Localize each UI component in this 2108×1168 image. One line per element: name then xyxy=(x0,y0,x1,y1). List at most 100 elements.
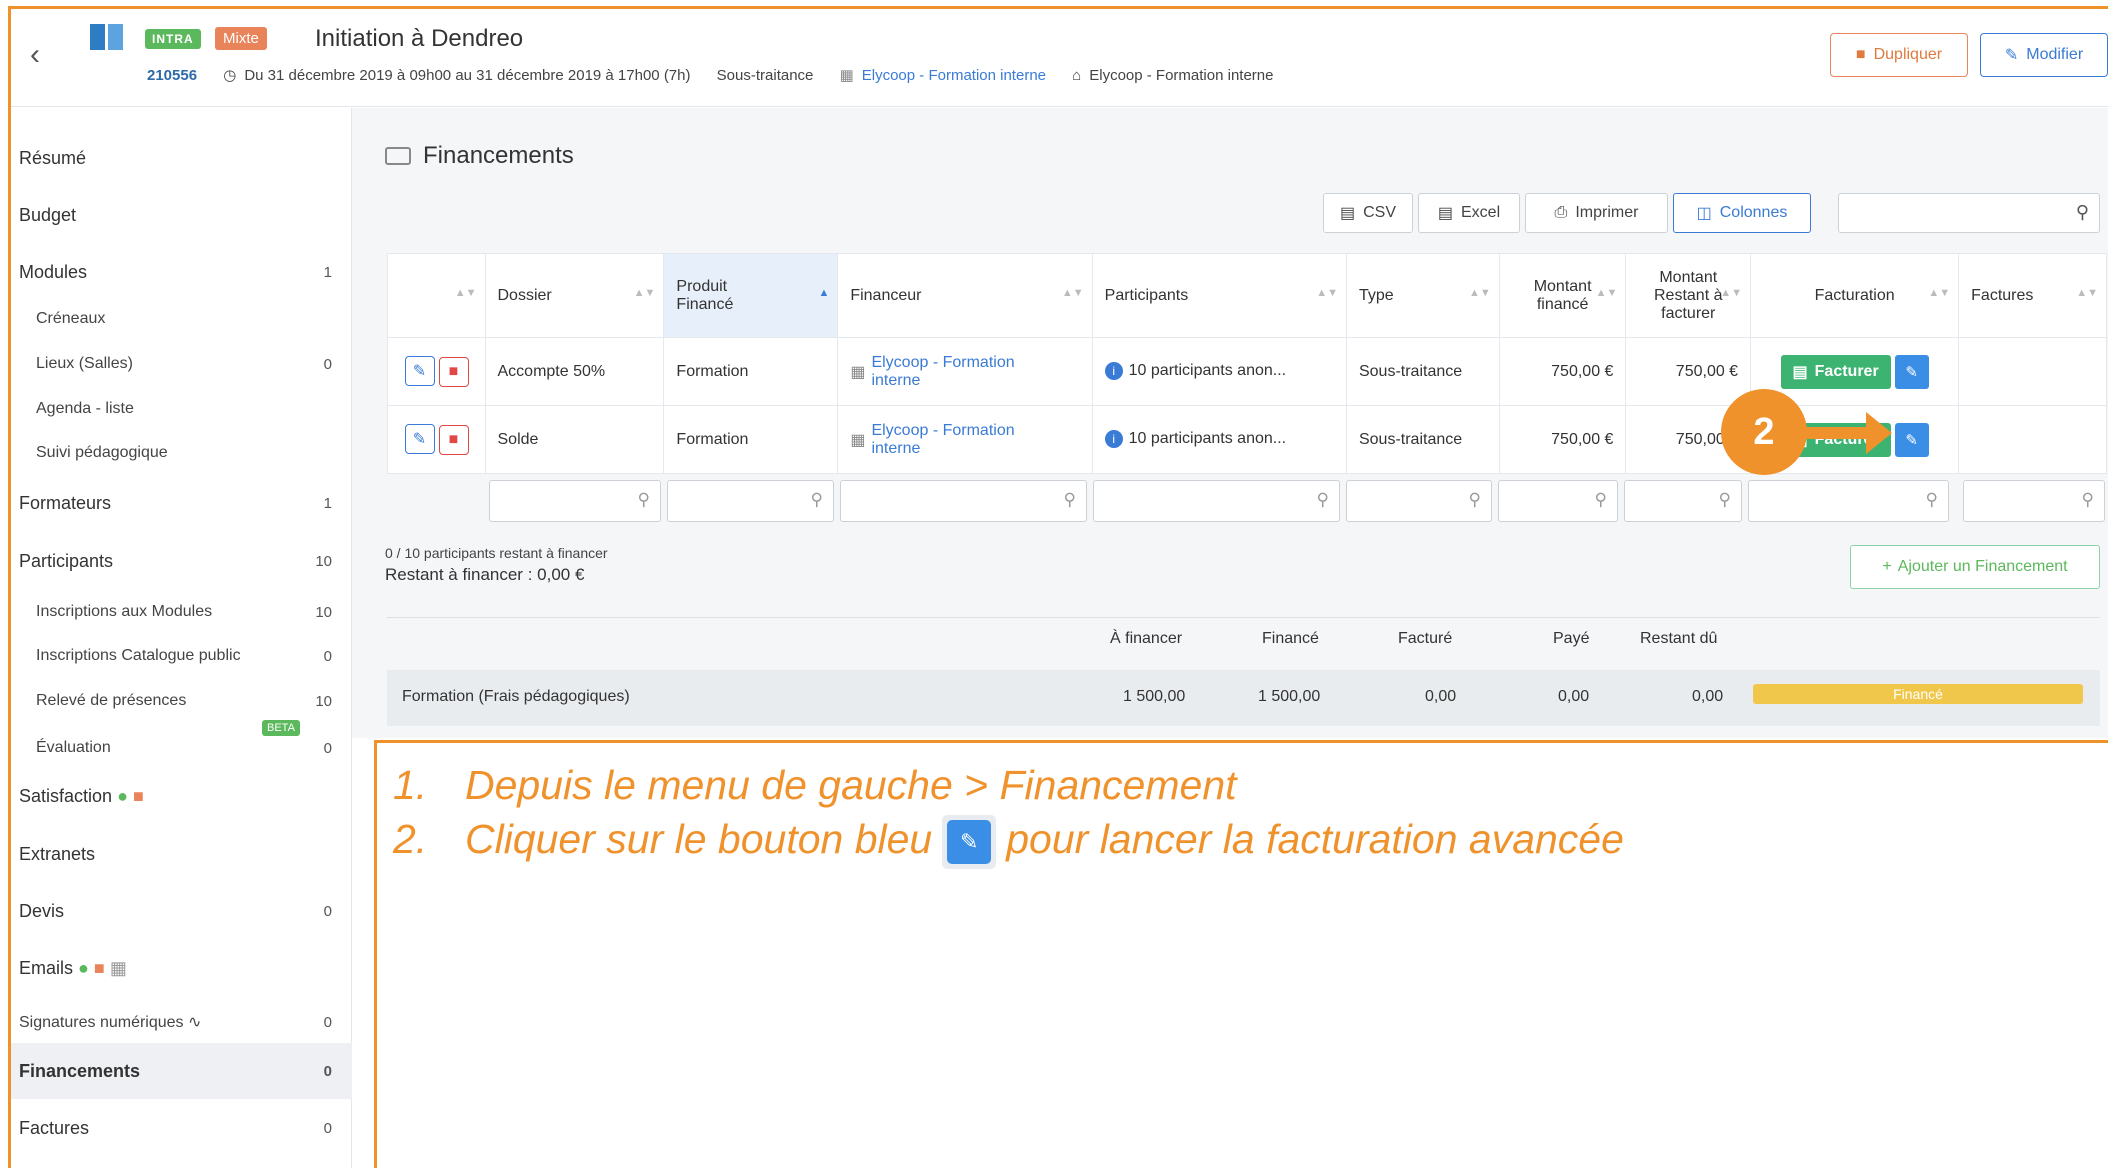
sidebar-item-budget[interactable]: Budget xyxy=(11,195,352,235)
info-icon[interactable]: i xyxy=(1104,430,1123,449)
table-row: ✎ ■ Accompte 50% Formation ▦ Elycoop - For… xyxy=(387,337,2107,406)
col-produit-header[interactable]: Produit Financé ▲ xyxy=(663,253,839,338)
sidebar-item-label: Devis xyxy=(19,900,65,921)
filter-produit-input[interactable]: ⚲ xyxy=(667,480,834,522)
col-dossier-header[interactable]: Dossier ▲▼ xyxy=(484,253,665,338)
sidebar-item-count: 10 xyxy=(315,692,332,710)
col-restant-header[interactable]: Montant Restant à facturer ▲▼ xyxy=(1625,253,1752,338)
table-header-row: ▲▼ Dossier ▲▼ Produit Financé ▲ Financeur ▲… xyxy=(387,253,2107,338)
col-financeur-header[interactable]: Financeur ▲▼ xyxy=(837,253,1093,338)
sidebar-item-label: Lieux (Salles) xyxy=(36,355,133,372)
sidebar-item-count: 0 xyxy=(323,647,332,665)
sidebar-item-modules[interactable]: Modules 1 xyxy=(11,252,352,292)
intra-badge: INTRA xyxy=(145,29,201,49)
back-chevron-icon[interactable]: ‹ xyxy=(30,38,40,72)
col-type-header[interactable]: Type ▲▼ xyxy=(1345,253,1500,338)
excel-button[interactable]: ▤ Excel xyxy=(1418,193,1520,233)
filter-dossier-input[interactable]: ⚲ xyxy=(489,480,661,522)
col-participants-header[interactable]: Participants ▲▼ xyxy=(1091,253,1347,338)
sidebar-item-count: 1 xyxy=(323,494,332,512)
location-text: Elycoop - Formation interne xyxy=(1089,67,1274,84)
sidebar-item-inscriptions-modules[interactable]: Inscriptions aux Modules 10 xyxy=(11,593,352,631)
sidebar-item-creneaux[interactable]: Créneaux xyxy=(11,300,352,338)
copy-icon: ■ xyxy=(1855,46,1866,63)
delete-row-button[interactable]: ■ xyxy=(438,357,469,387)
sidebar-item-factures[interactable]: Factures 0 xyxy=(11,1108,352,1148)
col-montant-header[interactable]: Montant financé ▲▼ xyxy=(1498,253,1627,338)
sidebar-item-extranets[interactable]: Extranets xyxy=(11,834,352,874)
step-number: 2. xyxy=(393,815,428,862)
csv-button[interactable]: ▤ CSV xyxy=(1323,193,1413,233)
header-label: Participants xyxy=(1104,286,1189,304)
sidebar-item-agenda[interactable]: Agenda - liste xyxy=(11,390,352,428)
sidebar-item-lieux[interactable]: Lieux (Salles) 0 xyxy=(11,345,352,383)
add-financement-button[interactable]: + Ajouter un Financement xyxy=(1850,545,2100,589)
sidebar-item-devis[interactable]: Devis 0 xyxy=(11,891,352,931)
sidebar-item-signatures[interactable]: Signatures numériques ∿ 0 xyxy=(11,1003,352,1041)
table-search-input[interactable]: ⚲ xyxy=(1838,193,2100,233)
sidebar-item-inscriptions-catalogue[interactable]: Inscriptions Catalogue public 0 xyxy=(11,637,352,675)
sidebar-item-releve[interactable]: Relevé de présences 10 xyxy=(11,682,352,720)
col-actions-header: ▲▼ xyxy=(387,253,486,338)
header-label: Dossier xyxy=(497,286,552,304)
sidebar-item-count: 10 xyxy=(315,603,332,621)
financeur-link[interactable]: Elycoop - Formation interne xyxy=(871,422,1041,458)
duplicate-button[interactable]: ■ Dupliquer xyxy=(1830,33,1968,77)
sidebar-item-count: 1 xyxy=(323,263,332,281)
financeur-link[interactable]: Elycoop - Formation interne xyxy=(871,354,1041,390)
edit-row-button[interactable]: ✎ xyxy=(404,356,435,386)
sidebar-item-participants[interactable]: Participants 10 xyxy=(11,541,352,581)
summary-header: Restant dû xyxy=(1640,630,1718,647)
modify-button[interactable]: ✎ Modifier xyxy=(1980,33,2108,77)
delete-row-button[interactable]: ■ xyxy=(438,425,469,455)
cell-type: Sous-traitance xyxy=(1345,405,1500,474)
step-text: Depuis le menu de gauche > Financement xyxy=(465,762,1237,808)
filter-type-input[interactable]: ⚲ xyxy=(1346,480,1492,522)
sidebar-item-suivi[interactable]: Suivi pédagogique xyxy=(11,434,352,472)
col-factures-header[interactable]: Factures ▲▼ xyxy=(1958,253,2107,338)
summary-header: Facturé xyxy=(1398,630,1453,647)
filter-financeur-input[interactable]: ⚲ xyxy=(840,480,1087,522)
sidebar-item-label: Factures xyxy=(19,1117,90,1138)
cell-factures xyxy=(1958,405,2107,474)
edit-row-button[interactable]: ✎ xyxy=(404,424,435,454)
filter-restant-input[interactable]: ⚲ xyxy=(1624,480,1742,522)
sidebar-item-emails[interactable]: Emails ● ■ ▦ xyxy=(11,948,352,988)
participants-text: 10 participants anon... xyxy=(1128,362,1287,380)
sidebar-item-evaluation[interactable]: Évaluation 0 xyxy=(11,729,352,767)
session-id[interactable]: 210556 xyxy=(147,67,197,84)
section-title-text: Financements xyxy=(423,142,574,169)
filter-montant-input[interactable]: ⚲ xyxy=(1498,480,1618,522)
info-icon[interactable]: i xyxy=(1104,362,1123,381)
header-label: Facturation xyxy=(1814,286,1895,304)
columns-button[interactable]: ◫ Colonnes xyxy=(1673,193,1811,233)
building-icon: ▦ xyxy=(850,431,866,449)
modify-label: Modifier xyxy=(2026,46,2084,63)
instruction-step-2: 2. Cliquer sur le bouton bleu ✎ pour lancer… xyxy=(393,815,1624,869)
sidebar-item-label: Signatures numériques xyxy=(19,1014,184,1031)
advanced-billing-button[interactable]: ✎ xyxy=(1894,422,1929,457)
facturer-button[interactable]: ▤ Facturer xyxy=(1780,354,1891,389)
filter-facturation-input[interactable]: ⚲ xyxy=(1748,480,1949,522)
filter-participants-input[interactable]: ⚲ xyxy=(1093,480,1340,522)
document-icon: ▤ xyxy=(1792,363,1808,381)
person-icon: ● xyxy=(117,785,128,806)
print-button[interactable]: ⎙ Imprimer xyxy=(1525,193,1668,233)
trash-icon: ■ xyxy=(448,363,459,380)
sidebar: Résumé Budget Modules 1 Créneaux Lieux (S… xyxy=(11,108,352,1168)
home-icon: ⌂ xyxy=(1072,67,1082,84)
filter-factures-input[interactable]: ⚲ xyxy=(1963,480,2105,522)
col-facturation-header[interactable]: Facturation ▲▼ xyxy=(1750,253,1960,338)
sidebar-item-formateurs[interactable]: Formateurs 1 xyxy=(11,483,352,523)
client-link[interactable]: Elycoop - Formation interne xyxy=(862,67,1046,84)
sidebar-item-satisfaction[interactable]: Satisfaction ● ■ xyxy=(11,776,352,816)
sidebar-item-resume[interactable]: Résumé xyxy=(11,138,352,178)
sidebar-item-count: 0 xyxy=(323,355,332,373)
cell-type: Sous-traitance xyxy=(1345,337,1500,406)
table-row: ✎ ■ Solde Formation ▦ Elycoop - Formation … xyxy=(387,405,2107,474)
sidebar-item-financements[interactable]: Financements 0 xyxy=(11,1043,352,1099)
advanced-billing-button[interactable]: ✎ xyxy=(1894,354,1929,389)
sort-icon: ▲▼ xyxy=(454,287,477,299)
summary-header: Financé xyxy=(1262,630,1319,647)
sort-icon: ▲▼ xyxy=(2076,287,2098,299)
